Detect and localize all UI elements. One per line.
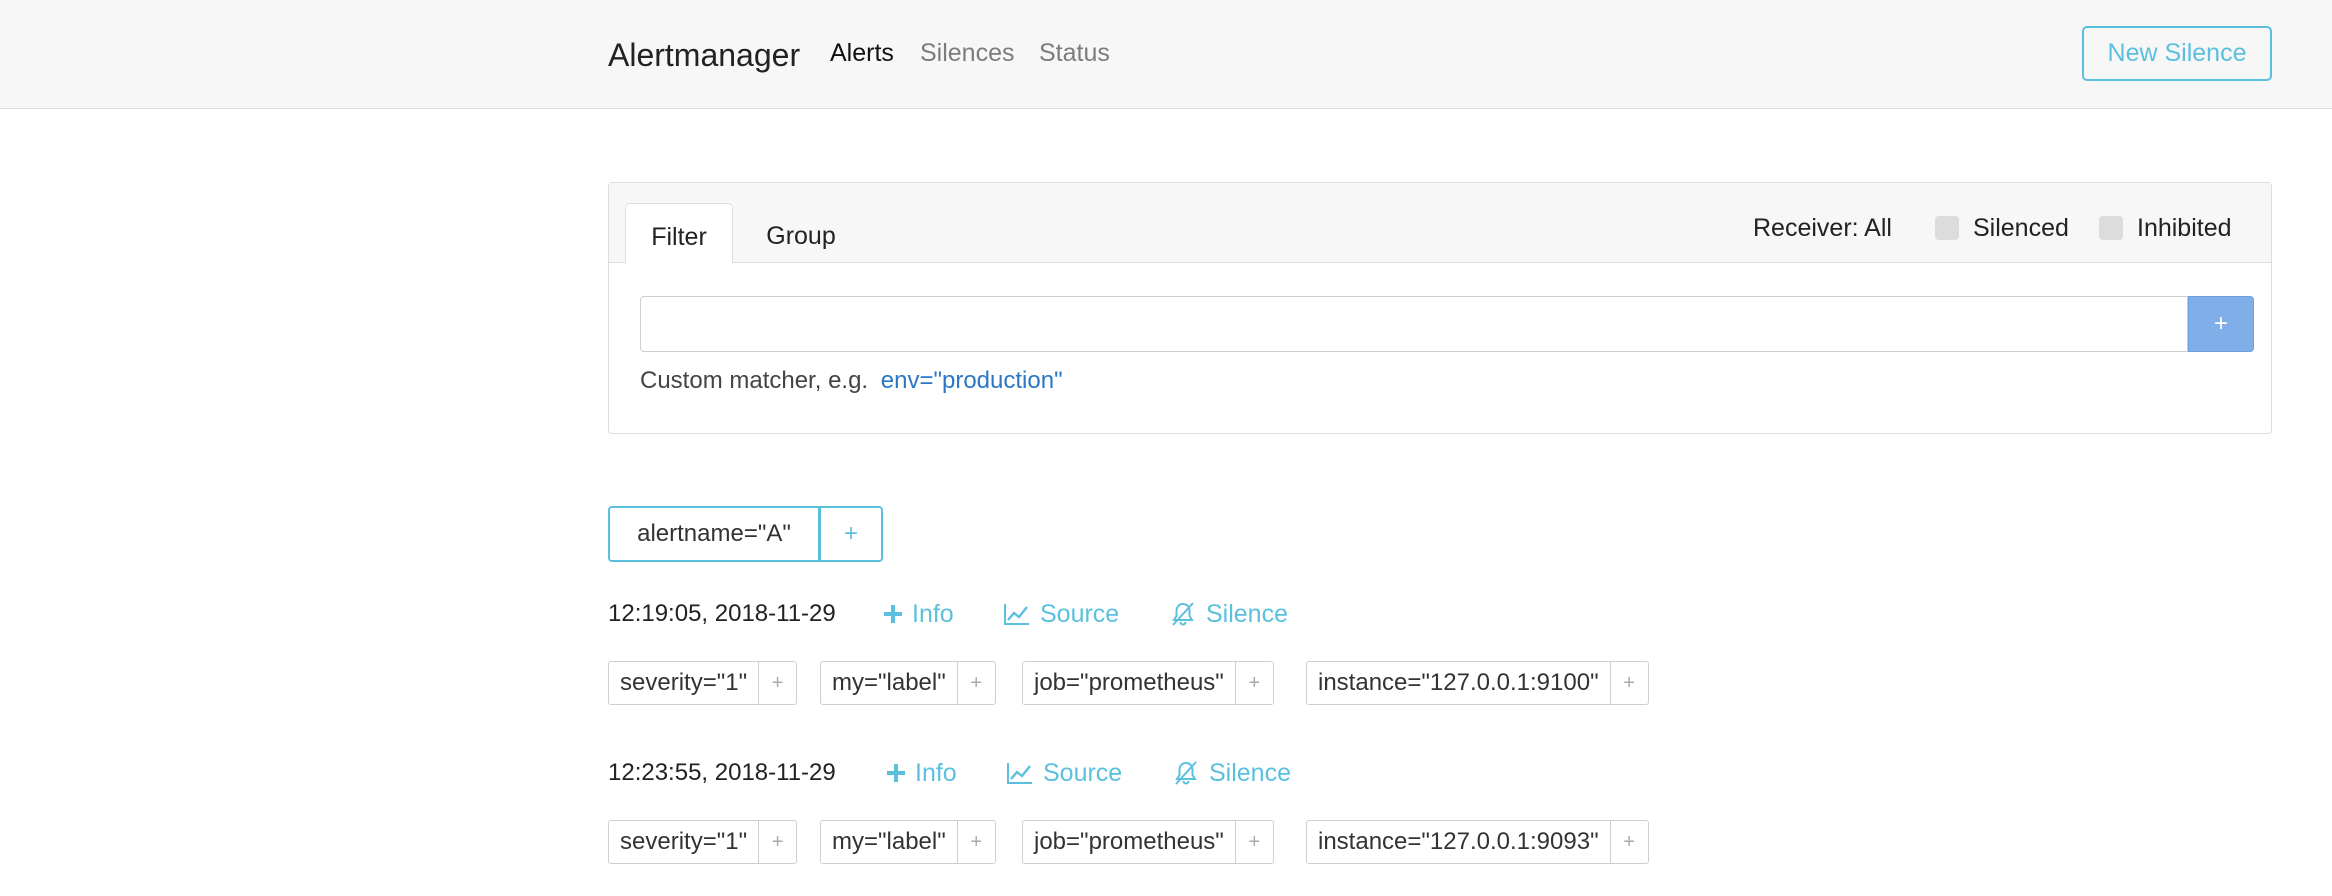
- chart-line-icon: [1004, 604, 1029, 625]
- source-link[interactable]: Source: [1007, 758, 1122, 788]
- label-chip: instance="127.0.0.1:9093" +: [1306, 820, 1649, 864]
- matcher-hint-text: Custom matcher, e.g.: [640, 367, 869, 394]
- alert-timestamp: 12:23:55, 2018-11-29: [608, 759, 836, 786]
- silenced-toggle[interactable]: Silenced: [1935, 213, 2069, 243]
- tab-filter[interactable]: Filter: [625, 203, 733, 264]
- navbar: Alertmanager Alerts Silences Status New …: [0, 0, 2332, 109]
- matcher-hint-example[interactable]: env="production": [881, 367, 1063, 394]
- label-chip: severity="1" +: [608, 661, 798, 705]
- bell-slash-icon: [1175, 761, 1197, 785]
- chart-line-icon: [1007, 763, 1032, 784]
- plus-icon: [887, 764, 905, 782]
- label-chip: my="label" +: [820, 820, 996, 864]
- silence-label: Silence: [1209, 759, 1291, 787]
- new-silence-button[interactable]: New Silence: [2082, 26, 2272, 81]
- info-label: Info: [912, 600, 954, 628]
- label-chip-text[interactable]: severity="1": [609, 662, 758, 704]
- label-chip: severity="1" +: [608, 820, 798, 864]
- label-chip: instance="127.0.0.1:9100" +: [1306, 661, 1649, 705]
- info-button[interactable]: Info: [887, 758, 957, 788]
- add-matcher-button[interactable]: +: [2188, 296, 2254, 352]
- plus-icon: [884, 605, 902, 623]
- label-chip: my="label" +: [820, 661, 996, 705]
- receiver-dropdown[interactable]: Receiver: All: [1753, 213, 1892, 243]
- group-add-button[interactable]: +: [820, 506, 883, 562]
- label-chip-add-button[interactable]: +: [1609, 821, 1648, 863]
- brand-logo[interactable]: Alertmanager: [608, 36, 800, 74]
- silenced-label: Silenced: [1973, 214, 2069, 242]
- nav-silences[interactable]: Silences: [920, 38, 1015, 68]
- label-chip-add-button[interactable]: +: [956, 821, 995, 863]
- label-chip-text[interactable]: severity="1": [609, 821, 758, 863]
- inhibited-checkbox[interactable]: [2099, 216, 2123, 240]
- alert-item: 12:23:55, 2018-11-29 Info Source Silence…: [608, 758, 2272, 868]
- label-chip: job="prometheus" +: [1022, 661, 1274, 705]
- filter-card-header: Filter Group Receiver: All Silenced Inhi…: [609, 183, 2271, 264]
- source-label: Source: [1043, 759, 1123, 787]
- label-chip-add-button[interactable]: +: [1609, 662, 1648, 704]
- label-chip-text[interactable]: my="label": [821, 662, 957, 704]
- label-chip-text[interactable]: my="label": [821, 821, 957, 863]
- silence-label: Silence: [1206, 600, 1288, 628]
- matcher-hint: Custom matcher, e.g. env="production": [640, 366, 1063, 396]
- label-chip-text[interactable]: instance="127.0.0.1:9100": [1307, 662, 1610, 704]
- info-button[interactable]: Info: [884, 599, 954, 629]
- label-chip-text[interactable]: instance="127.0.0.1:9093": [1307, 821, 1610, 863]
- alert-item: 12:19:05, 2018-11-29 Info Source Silence…: [608, 599, 2272, 709]
- silence-button[interactable]: Silence: [1173, 758, 1291, 788]
- inhibited-toggle[interactable]: Inhibited: [2099, 213, 2232, 243]
- label-chip-add-button[interactable]: +: [1234, 662, 1273, 704]
- nav-status[interactable]: Status: [1039, 38, 1110, 68]
- label-chip: job="prometheus" +: [1022, 820, 1274, 864]
- alert-timestamp: 12:19:05, 2018-11-29: [608, 600, 836, 627]
- label-chip-add-button[interactable]: +: [758, 821, 796, 863]
- inhibited-label: Inhibited: [2137, 214, 2232, 242]
- group-label-button[interactable]: alertname="A": [608, 506, 820, 562]
- filter-input[interactable]: [640, 296, 2188, 352]
- label-chip-add-button[interactable]: +: [758, 662, 796, 704]
- label-chip-add-button[interactable]: +: [1234, 821, 1273, 863]
- filter-card: Filter Group Receiver: All Silenced Inhi…: [608, 182, 2272, 434]
- source-link[interactable]: Source: [1004, 599, 1119, 629]
- tab-group[interactable]: Group: [741, 203, 861, 264]
- silence-button[interactable]: Silence: [1170, 599, 1288, 629]
- silenced-checkbox[interactable]: [1935, 216, 1959, 240]
- info-label: Info: [915, 759, 957, 787]
- label-chip-text[interactable]: job="prometheus": [1023, 662, 1235, 704]
- label-chip-add-button[interactable]: +: [956, 662, 995, 704]
- label-chip-text[interactable]: job="prometheus": [1023, 821, 1235, 863]
- source-label: Source: [1040, 600, 1120, 628]
- nav-alerts[interactable]: Alerts: [830, 38, 894, 68]
- bell-slash-icon: [1172, 602, 1194, 626]
